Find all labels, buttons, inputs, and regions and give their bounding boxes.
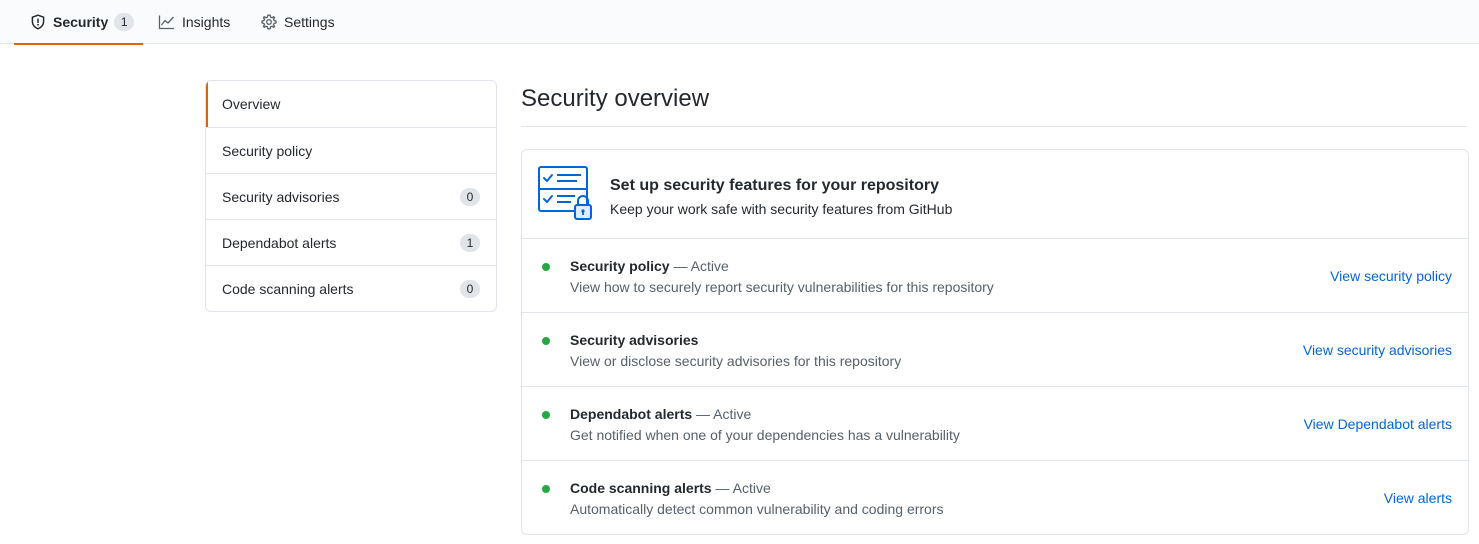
view-dependabot-alerts-link[interactable]: View Dependabot alerts [1304,416,1452,432]
feature-name: Security policy [570,258,670,274]
feature-name: Security advisories [570,332,699,348]
feature-row-security-policy: Security policy — Active View how to sec… [522,239,1468,313]
sidebar-item-label: Dependabot alerts [222,234,337,251]
security-side-menu: Overview Security policy Security adviso… [205,80,497,312]
feature-description: View how to securely report security vul… [570,279,994,295]
feature-row-dependabot-alerts: Dependabot alerts — Active Get notified … [522,387,1468,461]
feature-title: Security advisories [570,332,698,348]
setup-subtitle: Keep your work safe with security featur… [610,201,953,217]
feature-status: — Active [696,406,752,422]
sidebar-item-label: Overview [222,96,281,112]
feature-name: Dependabot alerts [570,406,693,422]
view-security-policy-link[interactable]: View security policy [1330,268,1452,284]
feature-description: Get notified when one of your dependenci… [570,427,960,443]
setup-title: Set up security features for your reposi… [610,177,939,194]
shield-icon [30,14,46,30]
tab-insights-label: Insights [182,14,231,30]
sidebar-item-counter: 0 [460,188,480,206]
sidebar-item-security-advisories[interactable]: Security advisories 0 [206,173,496,219]
repo-tab-bar: Security 1 Insights Settings [0,0,1479,45]
feature-name: Code scanning alerts [570,480,712,496]
setup-header: Set up security features for your reposi… [522,150,1468,239]
sidebar-item-label: Security policy [222,142,313,159]
tab-insights[interactable]: Insights [158,0,230,44]
feature-title: Code scanning alerts — Active [570,480,771,496]
status-dot [542,263,550,271]
feature-title: Security policy — Active [570,258,729,274]
sidebar-item-overview[interactable]: Overview [206,81,496,127]
feature-description: View or disclose security advisories for… [570,353,902,369]
view-security-advisories-link[interactable]: View security advisories [1303,342,1452,358]
feature-description: Automatically detect common vulnerabilit… [570,501,944,517]
tab-security-label: Security [53,14,109,30]
tab-settings-label: Settings [284,14,335,30]
tab-settings[interactable]: Settings [261,0,335,44]
sidebar-item-code-scanning-alerts[interactable]: Code scanning alerts 0 [206,265,496,311]
tab-security[interactable]: Security 1 [14,0,143,45]
feature-row-code-scanning-alerts: Code scanning alerts — Active Automatica… [522,461,1468,534]
security-checklist-lock-icon [537,165,595,228]
status-dot [542,485,550,493]
sidebar-item-counter: 1 [460,234,480,252]
feature-title: Dependabot alerts — Active [570,406,751,422]
security-features-box: Set up security features for your reposi… [521,149,1469,535]
view-alerts-link[interactable]: View alerts [1384,490,1452,506]
sidebar-item-security-policy[interactable]: Security policy [206,127,496,173]
sidebar-item-label: Code scanning alerts [222,280,354,297]
feature-status: — Active [715,480,771,496]
page-title: Security overview [521,84,1467,127]
sidebar-item-dependabot-alerts[interactable]: Dependabot alerts 1 [206,219,496,265]
feature-status: — Active [673,258,729,274]
feature-row-security-advisories: Security advisories View or disclose sec… [522,313,1468,387]
gear-icon [261,14,277,30]
graph-icon [158,14,175,30]
sidebar-item-counter: 0 [460,280,480,298]
tab-security-counter: 1 [114,13,135,31]
sidebar-item-label: Security advisories [222,188,340,205]
status-dot [542,337,550,345]
status-dot [542,411,550,419]
